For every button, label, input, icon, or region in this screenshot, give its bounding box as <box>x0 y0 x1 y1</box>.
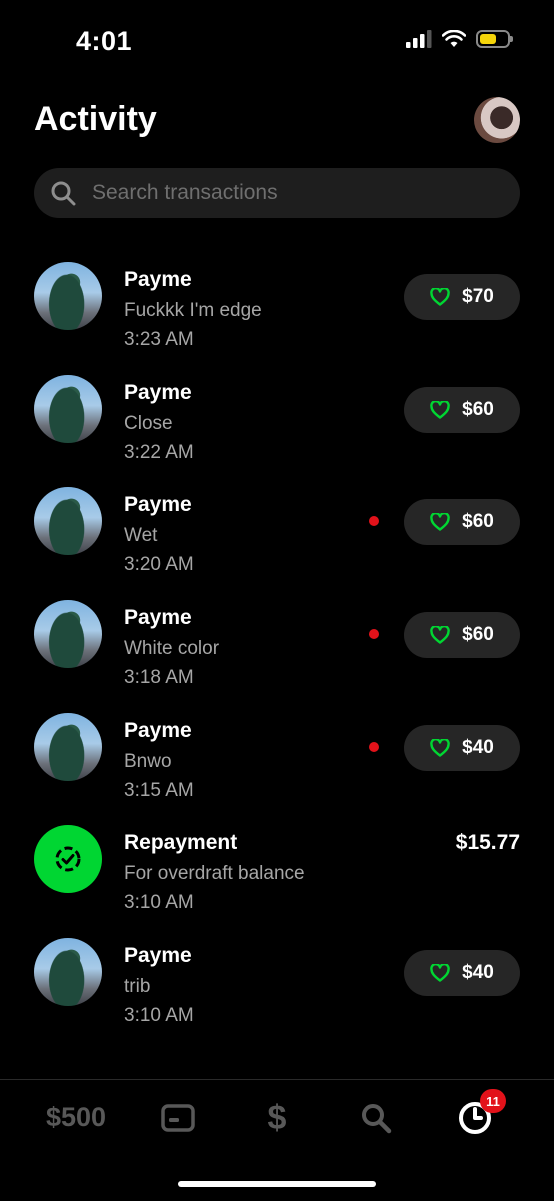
transaction-row[interactable]: Payme Wet 3:20 AM $60 <box>0 475 554 588</box>
card-icon[interactable] <box>158 1098 198 1138</box>
search-input[interactable] <box>90 180 494 206</box>
transaction-name: Payme <box>124 606 192 630</box>
page-title: Activity <box>34 100 157 138</box>
sender-avatar <box>34 938 102 1007</box>
transaction-amount: $60 <box>462 511 494 533</box>
transaction-amount: $70 <box>462 286 494 307</box>
nav-balance-tab[interactable]: $500 <box>46 1102 106 1133</box>
transaction-row[interactable]: Payme Bnwo 3:15 AM $40 <box>0 701 554 814</box>
battery-icon <box>476 30 513 48</box>
amount-pill[interactable]: $60 <box>404 612 520 659</box>
transaction-note: trib <box>124 976 151 998</box>
transaction-row[interactable]: Payme trib 3:10 AM $40 <box>0 926 554 1039</box>
transaction-time: 3:20 AM <box>124 554 194 576</box>
search-bar[interactable] <box>34 168 520 218</box>
unread-dot <box>369 629 379 640</box>
repayment-avatar <box>34 825 102 894</box>
transaction-time: 3:22 AM <box>124 441 194 463</box>
repayment-check-icon <box>55 846 81 872</box>
transaction-row[interactable]: Repayment For overdraft balance 3:10 AM $15… <box>0 813 554 926</box>
transaction-note: For overdraft balance <box>124 863 305 885</box>
transaction-note: Close <box>124 412 173 434</box>
transaction-amount: $15.77 <box>455 831 520 855</box>
transaction-time: 3:15 AM <box>124 779 194 801</box>
amount-pill[interactable]: $40 <box>404 724 520 771</box>
heart-icon <box>430 626 450 644</box>
dollar-icon[interactable]: $ <box>257 1098 297 1138</box>
transaction-name: Payme <box>124 380 192 404</box>
sender-avatar <box>34 487 102 556</box>
profile-avatar[interactable] <box>474 97 520 143</box>
amount-pill[interactable]: $60 <box>404 386 520 433</box>
sender-avatar <box>34 262 102 330</box>
transaction-name: Repayment <box>124 831 238 855</box>
transaction-note: Bnwo <box>124 750 172 772</box>
heart-icon <box>430 288 450 306</box>
transaction-note: White color <box>124 638 220 660</box>
transaction-list: Payme Fuckkk I'm edge 3:23 AM $70 Payme Close… <box>0 250 554 1039</box>
status-time: 4:01 <box>76 26 133 56</box>
transaction-row[interactable]: Payme Fuckkk I'm edge 3:23 AM $70 <box>0 250 554 363</box>
transaction-time: 3:10 AM <box>124 892 194 914</box>
status-icons <box>406 30 513 48</box>
heart-icon <box>430 513 450 532</box>
transaction-note: Wet <box>124 525 158 547</box>
unread-dot <box>369 516 379 527</box>
transaction-amount: $60 <box>462 398 494 420</box>
sender-avatar <box>34 374 102 443</box>
amount-pill[interactable]: $40 <box>404 950 520 997</box>
activity-badge: 11 <box>480 1089 506 1113</box>
heart-icon <box>430 964 450 982</box>
search-nav-icon[interactable] <box>356 1098 396 1138</box>
amount-pill[interactable]: $60 <box>404 499 520 546</box>
heart-icon <box>430 400 450 419</box>
transaction-name: Payme <box>124 493 192 517</box>
transaction-note: Fuckkk I'm edge <box>124 300 262 321</box>
transaction-name: Payme <box>124 718 192 742</box>
transaction-name: Payme <box>124 268 192 291</box>
transaction-time: 3:23 AM <box>124 329 194 350</box>
sender-avatar <box>34 600 102 669</box>
sender-avatar <box>34 712 102 781</box>
transaction-amount: $40 <box>462 736 494 758</box>
amount-pill[interactable]: $70 <box>404 274 520 320</box>
transaction-time: 3:18 AM <box>124 667 194 689</box>
wifi-icon <box>442 30 466 47</box>
search-icon <box>51 181 76 206</box>
cellular-signal-icon <box>406 30 432 48</box>
transaction-amount: $60 <box>462 624 494 646</box>
transaction-row[interactable]: Payme White color 3:18 AM $60 <box>0 588 554 701</box>
unread-dot <box>369 741 379 752</box>
transaction-row[interactable]: Payme Close 3:22 AM $60 <box>0 363 554 476</box>
heart-icon <box>430 738 450 757</box>
home-indicator <box>178 1181 376 1187</box>
transaction-amount: $40 <box>462 962 494 984</box>
transaction-name: Payme <box>124 944 192 968</box>
transaction-time: 3:10 AM <box>124 1005 194 1027</box>
status-bar: 4:01 <box>0 0 554 80</box>
